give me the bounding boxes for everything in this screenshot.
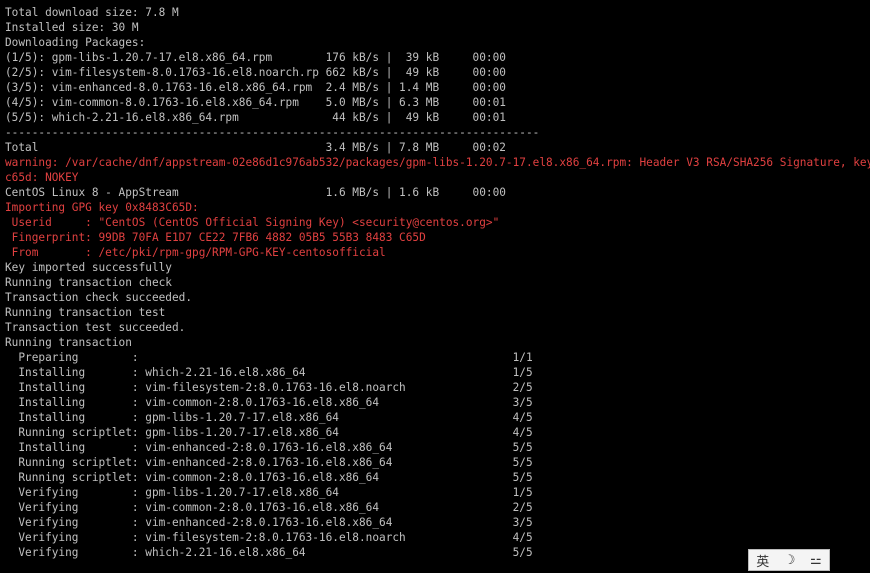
terminal-line: Total download size: 7.8 M xyxy=(5,6,179,19)
terminal-line: c65d: NOKEY xyxy=(5,171,79,184)
terminal-line: Userid : "CentOS (CentOS Official Signin… xyxy=(5,216,500,229)
terminal-line: Key imported successfully xyxy=(5,261,172,274)
terminal-line: Installing : vim-common-2:8.0.1763-16.el… xyxy=(5,396,533,409)
half-width-icon[interactable]: ⚍ xyxy=(810,553,822,568)
terminal-line: ----------------------------------------… xyxy=(5,126,540,139)
terminal-line: (5/5): which-2.21-16.el8.x86_64.rpm 44 k… xyxy=(5,111,506,124)
terminal-output[interactable]: Total download size: 7.8 M Installed size… xyxy=(5,5,870,573)
terminal-line: Verifying : vim-filesystem-2:8.0.1763-16… xyxy=(5,531,533,544)
terminal-line: Installed size: 30 M xyxy=(5,21,139,34)
terminal-line: Transaction test succeeded. xyxy=(5,321,186,334)
terminal-line: (2/5): vim-filesystem-8.0.1763-16.el8.no… xyxy=(5,66,506,79)
terminal-line: (4/5): vim-common-8.0.1763-16.el8.x86_64… xyxy=(5,96,506,109)
terminal-line: CentOS Linux 8 - AppStream 1.6 MB/s | 1.… xyxy=(5,186,506,199)
terminal-line: Running transaction xyxy=(5,336,132,349)
terminal-line: Importing GPG key 0x8483C65D: xyxy=(5,201,199,214)
terminal-line: Running scriptlet: vim-enhanced-2:8.0.17… xyxy=(5,456,533,469)
terminal-line: Installing : which-2.21-16.el8.x86_64 1/… xyxy=(5,366,533,379)
terminal-line: Verifying : vim-common-2:8.0.1763-16.el8… xyxy=(5,501,533,514)
ime-language-toggle[interactable]: 英 xyxy=(756,551,769,570)
terminal-line: Running transaction test xyxy=(5,306,166,319)
ime-toolbar[interactable]: 英 ☽ ⚍ xyxy=(748,549,830,571)
terminal-line: Total 3.4 MB/s | 7.8 MB 00:02 xyxy=(5,141,506,154)
terminal-line: Verifying : vim-enhanced-2:8.0.1763-16.e… xyxy=(5,516,533,529)
terminal-line: warning: /var/cache/dnf/appstream-02e86d… xyxy=(5,156,870,169)
terminal-line: Fingerprint: 99DB 70FA E1D7 CE22 7FB6 48… xyxy=(5,231,426,244)
terminal-line: (1/5): gpm-libs-1.20.7-17.el8.x86_64.rpm… xyxy=(5,51,506,64)
terminal-line: Downloading Packages: xyxy=(5,36,146,49)
terminal-line: Installing : vim-enhanced-2:8.0.1763-16.… xyxy=(5,441,533,454)
terminal-line: (3/5): vim-enhanced-8.0.1763-16.el8.x86_… xyxy=(5,81,506,94)
terminal-line: Running scriptlet: gpm-libs-1.20.7-17.el… xyxy=(5,426,533,439)
terminal-line: Running scriptlet: vim-common-2:8.0.1763… xyxy=(5,471,533,484)
terminal-line: Running transaction check xyxy=(5,276,172,289)
terminal-line: Verifying : which-2.21-16.el8.x86_64 5/5 xyxy=(5,546,533,559)
terminal-line: Preparing : 1/1 xyxy=(5,351,533,364)
terminal-line: From : /etc/pki/rpm-gpg/RPM-GPG-KEY-cent… xyxy=(5,246,386,259)
terminal-line: Transaction check succeeded. xyxy=(5,291,193,304)
terminal-line: Installing : gpm-libs-1.20.7-17.el8.x86_… xyxy=(5,411,533,424)
moon-icon[interactable]: ☽ xyxy=(784,553,796,568)
terminal-line: Verifying : gpm-libs-1.20.7-17.el8.x86_6… xyxy=(5,486,533,499)
terminal-line: Installing : vim-filesystem-2:8.0.1763-1… xyxy=(5,381,533,394)
